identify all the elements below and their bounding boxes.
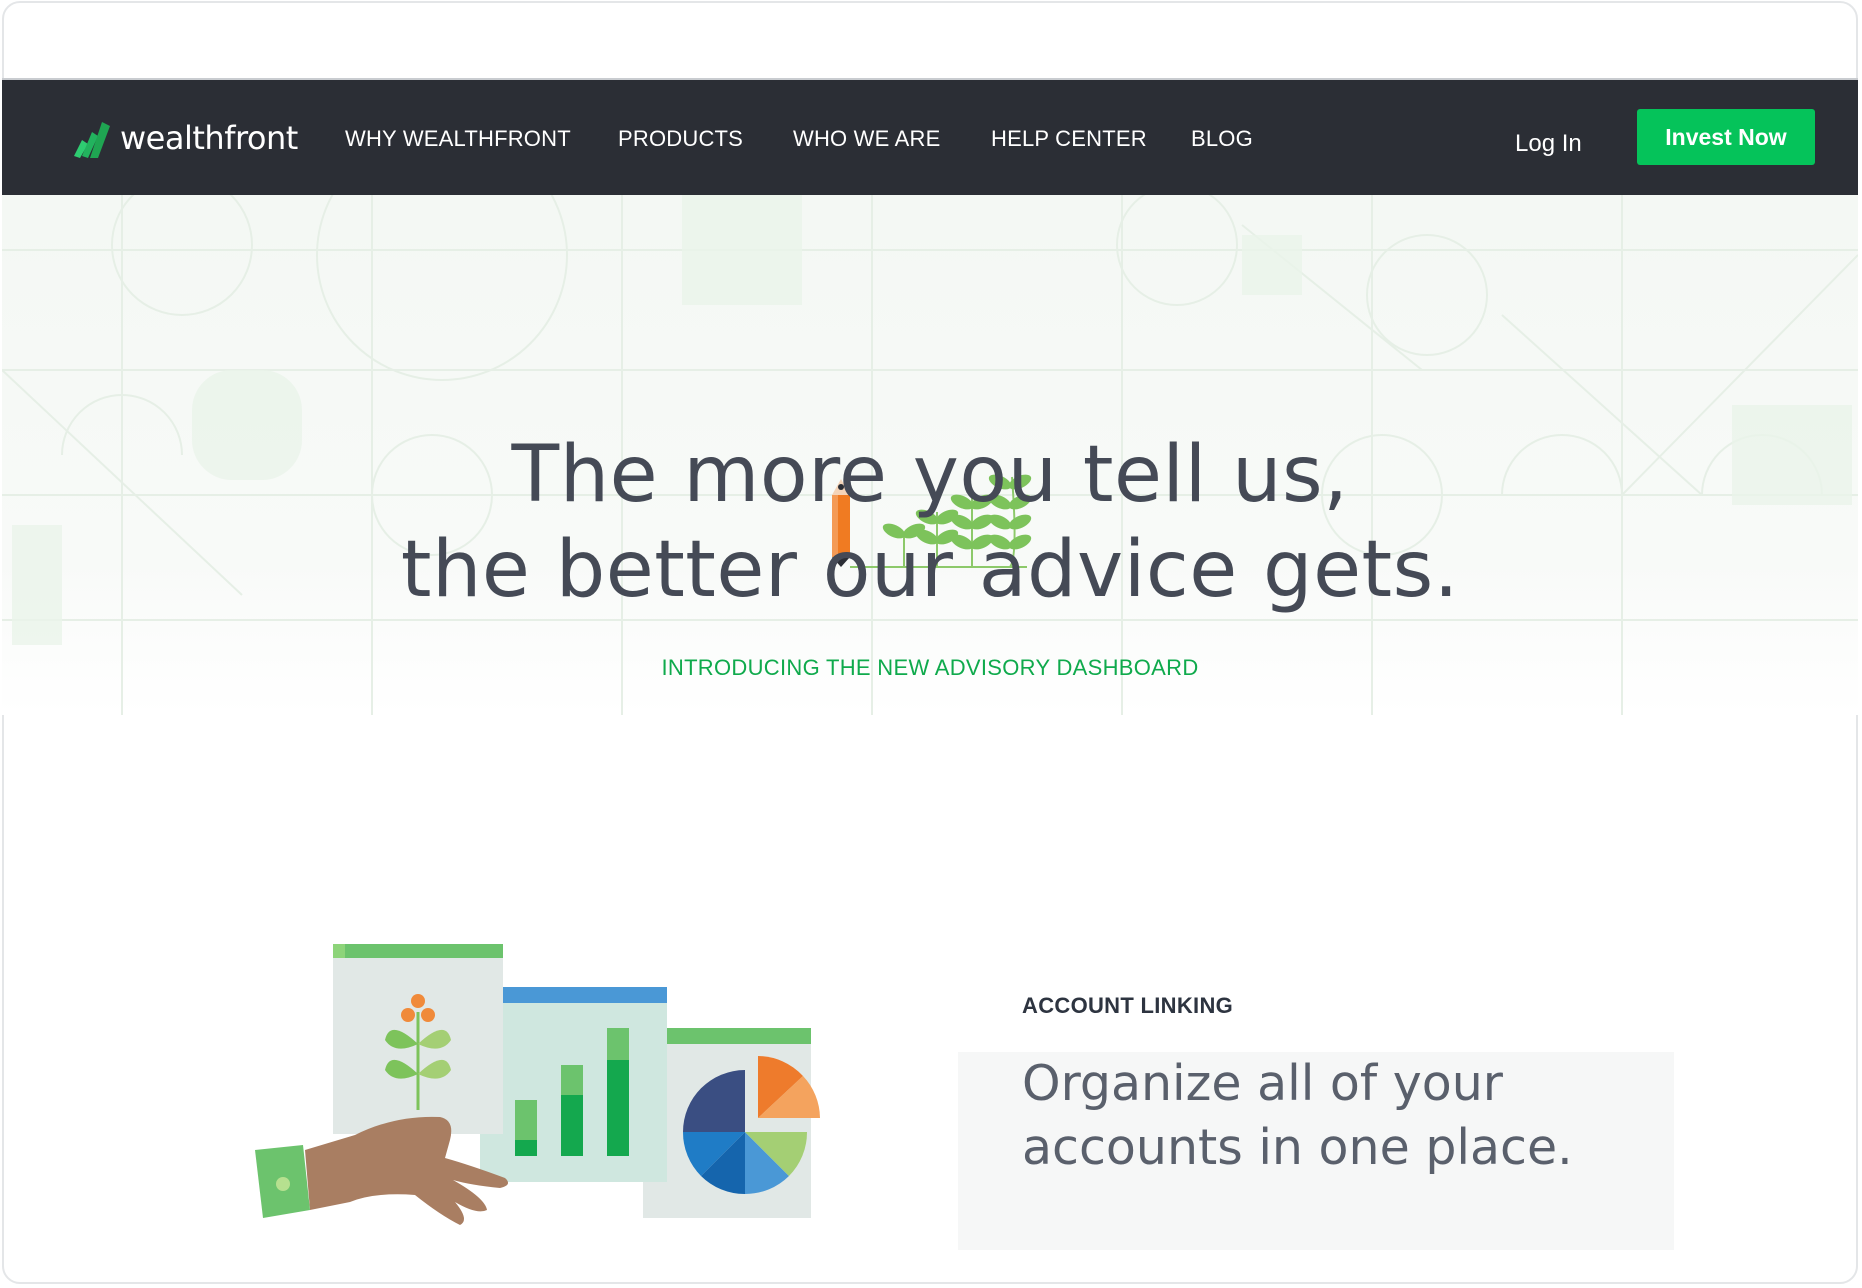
nav-products[interactable]: PRODUCTS <box>618 126 743 152</box>
dashboard-illustration <box>255 940 835 1275</box>
feature-title: Organize all of your accounts in one pla… <box>1022 1052 1642 1180</box>
top-navbar: wealthfront WHY WEALTHFRONT PRODUCTS WHO… <box>2 78 1858 195</box>
invest-now-button[interactable]: Invest Now <box>1637 109 1815 165</box>
hero-headline-line2: the better our advice gets. <box>400 525 1460 615</box>
feature-card: Organize all of your accounts in one pla… <box>958 1052 1674 1250</box>
wealthfront-logo-icon <box>74 122 110 158</box>
hero-section: The more you tell us, the better our adv… <box>2 195 1858 715</box>
brand-wordmark: wealthfront <box>120 119 298 157</box>
nav-who-we-are[interactable]: WHO WE ARE <box>793 126 940 152</box>
account-linking-label: ACCOUNT LINKING <box>1022 993 1234 1018</box>
nav-blog[interactable]: BLOG <box>1191 126 1253 152</box>
brand-logo[interactable]: wealthfront <box>72 116 298 160</box>
feature-title-line1: Organize all of your <box>1022 1055 1503 1112</box>
hero-headline-line1: The more you tell us, <box>511 430 1349 520</box>
nav-help-center[interactable]: HELP CENTER <box>991 126 1147 152</box>
advisory-dashboard-link[interactable]: INTRODUCING THE NEW ADVISORY DASHBOARD <box>2 655 1858 681</box>
nav-why-wealthfront[interactable]: WHY WEALTHFRONT <box>345 126 571 152</box>
login-link[interactable]: Log In <box>1515 130 1582 158</box>
feature-title-line2: accounts in one place. <box>1022 1119 1573 1176</box>
